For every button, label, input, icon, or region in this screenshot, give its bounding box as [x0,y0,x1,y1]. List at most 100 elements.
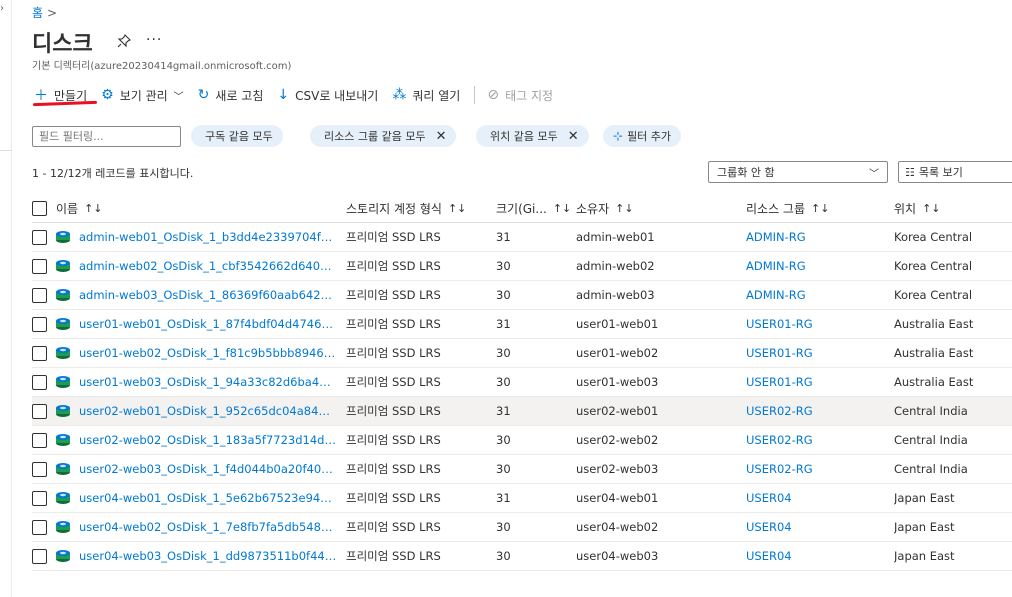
filter-field-input[interactable] [32,126,181,147]
disk-size: 31 [496,230,511,244]
resource-group-link[interactable]: USER01-RG [746,339,886,367]
close-icon[interactable]: ✕ [568,129,579,144]
resource-group-link[interactable]: USER02-RG [746,426,886,454]
resource-group-link[interactable]: USER01-RG [746,368,886,396]
disk-icon [55,252,75,280]
row-checkbox[interactable] [32,461,47,477]
resource-group-link[interactable]: USER01-RG [746,310,886,338]
row-checkbox[interactable] [32,316,47,332]
location: Australia East [894,346,974,360]
resource-group-link[interactable]: USER02-RG [746,397,886,425]
table-row[interactable]: admin-web01_OsDisk_1_b3dd4e2339704f56ab7… [32,223,1012,252]
location-cell: Japan East [894,513,1012,541]
table-row[interactable]: admin-web03_OsDisk_1_86369f60aab6425cb66… [32,281,1012,310]
column-size[interactable]: 크기(Gi... ↑↓ [496,195,572,222]
row-checkbox[interactable] [32,403,47,419]
table-row[interactable]: user01-web03_OsDisk_1_94a33c82d6ba4fffac… [32,368,1012,397]
grouping-dropdown[interactable]: 그룹화 안 함 ﹀ [708,161,888,183]
row-select-cell [32,339,52,367]
chevron-right-icon[interactable]: › [0,3,4,14]
disk-name-link[interactable]: user02-web03_OsDisk_1_f4d044b0a20f40878b… [79,455,337,483]
disk-name-link[interactable]: user02-web01_OsDisk_1_952c65dc04a84eeaa8… [79,397,337,425]
breadcrumb-home[interactable]: 홈 [32,6,43,20]
subscription-filter-pill[interactable]: 구독 같음 모두 [191,125,283,147]
disk-name-link[interactable]: user02-web02_OsDisk_1_183a5f7723d14df99d… [79,426,337,454]
row-checkbox[interactable] [32,432,47,448]
row-checkbox[interactable] [32,374,47,390]
row-checkbox[interactable] [32,548,47,564]
column-name[interactable]: 이름 ↑↓ [56,195,336,222]
row-checkbox[interactable] [32,229,47,245]
close-icon[interactable]: ✕ [436,129,447,144]
disk-name-link[interactable]: admin-web01_OsDisk_1_b3dd4e2339704f56ab7… [79,223,337,251]
disk-size: 31 [496,317,511,331]
size-cell: 31 [496,397,572,425]
disk-name: user02-web03_OsDisk_1_f4d044b0a20f40878b… [79,462,337,476]
column-owner[interactable]: 소유자 ↑↓ [576,195,726,222]
view-mode-dropdown[interactable]: ☷ 목록 보기 [898,161,1012,183]
column-location[interactable]: 위치 ↑↓ [894,195,1012,222]
refresh-button[interactable]: ↻ 새로 고침 [198,87,264,104]
disk-name-link[interactable]: user01-web03_OsDisk_1_94a33c82d6ba4fffac… [79,368,337,396]
resource-group-link[interactable]: ADMIN-RG [746,281,886,309]
resource-group-link[interactable]: USER04 [746,542,886,570]
disk-name: user04-web02_OsDisk_1_7e8fb7fa5db54808b2… [79,520,337,534]
disk-name-link[interactable]: user01-web01_OsDisk_1_87f4bdf04d4746009b… [79,310,337,338]
disk-name: user02-web02_OsDisk_1_183a5f7723d14df99d… [79,433,337,447]
chevron-down-icon: ﹀ [869,168,879,180]
table-row[interactable]: user01-web02_OsDisk_1_f81c9b5bbb89466b93… [32,339,1012,368]
owner: user04-web02 [576,520,659,534]
disk-name-link[interactable]: admin-web03_OsDisk_1_86369f60aab6425cb66… [79,281,337,309]
location: Central India [894,404,968,418]
download-icon: ↓ [277,87,290,103]
pin-icon[interactable] [117,34,131,52]
row-checkbox[interactable] [32,519,47,535]
add-filter-button[interactable]: ⊹ 필터 추가 [603,125,682,147]
table-row[interactable]: user02-web03_OsDisk_1_f4d044b0a20f40878b… [32,455,1012,484]
owner-cell: user04-web03 [576,542,726,570]
table-row[interactable]: user04-web01_OsDisk_1_5e62b67523e946a19e… [32,484,1012,513]
row-select-cell [32,223,52,251]
resource-group-filter-pill[interactable]: 리소스 그룹 같음 모두 ✕ [310,125,457,147]
row-checkbox[interactable] [32,490,47,506]
export-csv-button[interactable]: ↓ CSV로 내보내기 [277,87,378,104]
assign-tags-button[interactable]: ⊘ 태그 지정 [487,87,553,104]
resource-group: ADMIN-RG [746,259,806,273]
more-options-icon[interactable]: ··· [146,32,162,48]
storage-type: 프리미엄 SSD LRS [346,491,441,505]
column-storage-type[interactable]: 스토리지 계정 형식 ↑↓ [346,195,486,222]
table-row[interactable]: user02-web02_OsDisk_1_183a5f7723d14df99d… [32,426,1012,455]
table-row[interactable]: user04-web03_OsDisk_1_dd9873511b0f44418d… [32,542,1012,571]
row-checkbox[interactable] [32,258,47,274]
disk-name-link[interactable]: user04-web02_OsDisk_1_7e8fb7fa5db54808b2… [79,513,337,541]
select-all-checkbox[interactable] [32,201,47,216]
row-checkbox[interactable] [32,287,47,303]
disk-name-link[interactable]: admin-web02_OsDisk_1_cbf3542662d640cb823… [79,252,337,280]
resource-group-link[interactable]: ADMIN-RG [746,252,886,280]
size-cell: 30 [496,426,572,454]
disk-size: 30 [496,520,511,534]
location-filter-label: 위치 같음 모두 [490,130,558,143]
table-row[interactable]: user04-web02_OsDisk_1_7e8fb7fa5db54808b2… [32,513,1012,542]
table-row[interactable]: admin-web02_OsDisk_1_cbf3542662d640cb823… [32,252,1012,281]
disk-icon [55,426,75,454]
disk-name: user01-web02_OsDisk_1_f81c9b5bbb89466b93… [79,346,337,360]
manage-view-button[interactable]: ⚙ 보기 관리 ﹀ [101,87,184,104]
resource-group-link[interactable]: USER02-RG [746,455,886,483]
owner: user01-web01 [576,317,659,331]
disk-name-link[interactable]: user04-web03_OsDisk_1_dd9873511b0f44418d… [79,542,337,570]
location-filter-pill[interactable]: 위치 같음 모두 ✕ [476,125,589,147]
table-row[interactable]: user02-web01_OsDisk_1_952c65dc04a84eeaa8… [32,397,1012,426]
column-resource-group[interactable]: 리소스 그룹 ↑↓ [746,195,886,222]
open-query-button[interactable]: ⁂ 쿼리 열기 [392,87,460,104]
resource-group-link[interactable]: USER04 [746,484,886,512]
resource-group-link[interactable]: USER04 [746,513,886,541]
row-select-cell [32,513,52,541]
disk-name-link[interactable]: user01-web02_OsDisk_1_f81c9b5bbb89466b93… [79,339,337,367]
disk-name: user04-web03_OsDisk_1_dd9873511b0f44418d… [79,549,337,563]
storage-type: 프리미엄 SSD LRS [346,404,441,418]
disk-name-link[interactable]: user04-web01_OsDisk_1_5e62b67523e946a19e… [79,484,337,512]
resource-group-link[interactable]: ADMIN-RG [746,223,886,251]
table-row[interactable]: user01-web01_OsDisk_1_87f4bdf04d4746009b… [32,310,1012,339]
row-checkbox[interactable] [32,345,47,361]
